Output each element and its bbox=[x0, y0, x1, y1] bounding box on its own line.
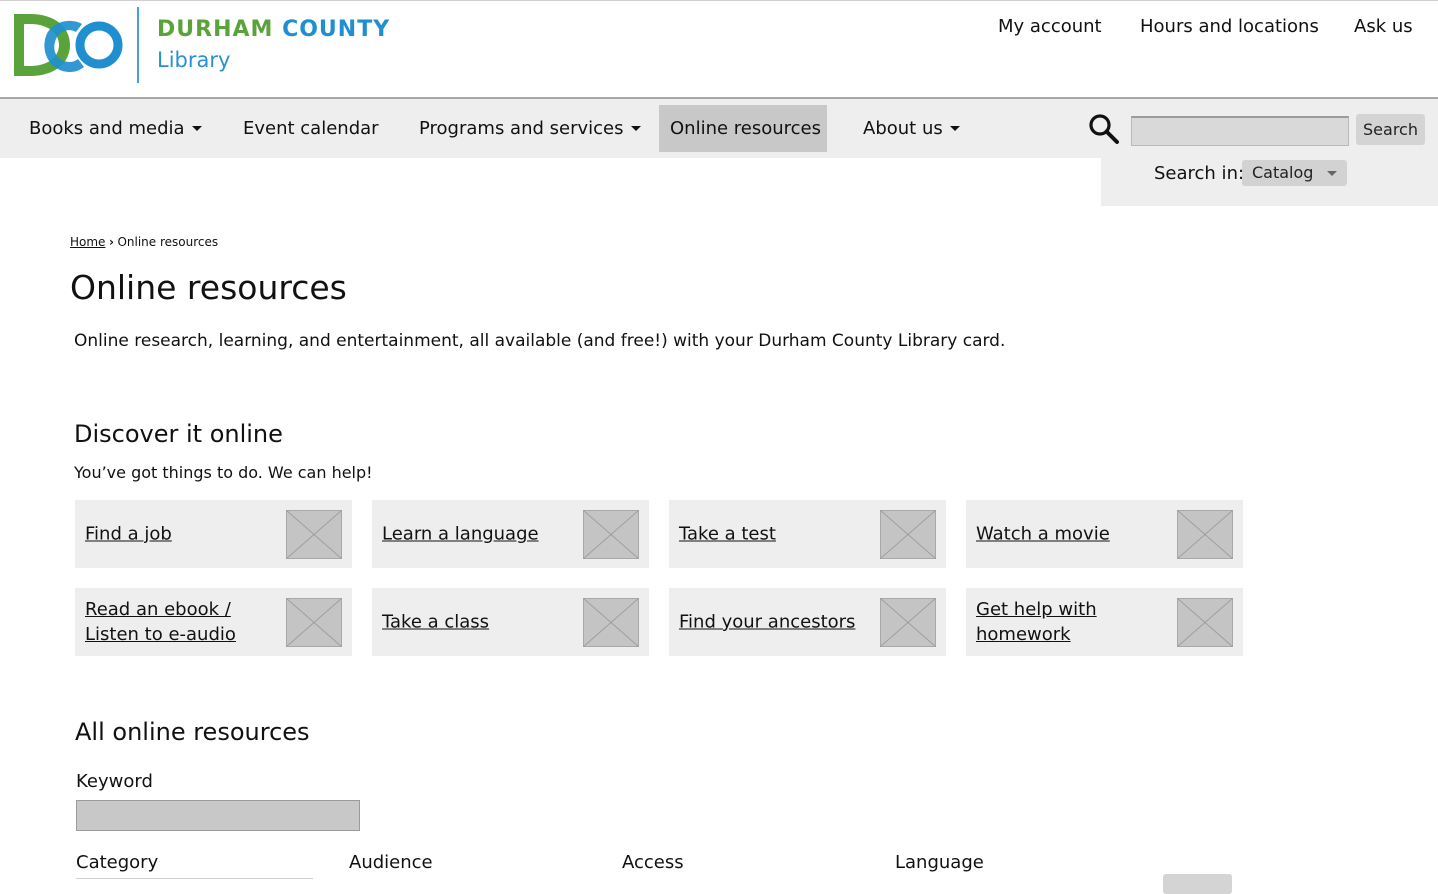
tile-label: Take a class bbox=[382, 611, 490, 633]
tile-label: Read an ebook / Listen to e-audio bbox=[85, 599, 236, 645]
tile-learn-a-language[interactable]: Learn a language bbox=[372, 500, 649, 568]
nav-programs-and-services[interactable]: Programs and services bbox=[408, 105, 652, 152]
discover-title: Discover it online bbox=[74, 420, 283, 448]
breadcrumb: Home › Online resources bbox=[70, 235, 218, 249]
chevron-down-icon bbox=[1327, 171, 1337, 176]
brand-name[interactable]: DURHAM COUNTY bbox=[157, 17, 390, 42]
brand-name-part1: DURHAM bbox=[157, 17, 274, 42]
image-placeholder-icon bbox=[286, 510, 342, 559]
filter-language-label: Language bbox=[895, 852, 984, 873]
nav-online-resources[interactable]: Online resources bbox=[659, 105, 827, 152]
filter-access-label: Access bbox=[622, 852, 684, 873]
image-placeholder-icon bbox=[286, 598, 342, 647]
breadcrumb-home-link[interactable]: Home bbox=[70, 235, 105, 249]
tile-label: Take a test bbox=[679, 523, 776, 545]
tile-find-your-ancestors[interactable]: Find your ancestors bbox=[669, 588, 946, 656]
filter-audience-label: Audience bbox=[349, 852, 433, 873]
chevron-right-icon: › bbox=[108, 235, 114, 249]
library-logo[interactable] bbox=[12, 12, 124, 78]
page-title: Online resources bbox=[70, 268, 347, 307]
top-border bbox=[0, 0, 1438, 1]
tile-read-an-ebook[interactable]: Read an ebook / Listen to e-audio bbox=[75, 588, 352, 656]
search-in-select[interactable]: Catalog bbox=[1242, 160, 1347, 186]
keyword-label: Keyword bbox=[76, 771, 153, 792]
nav-event-calendar[interactable]: Event calendar bbox=[232, 105, 390, 152]
nav-label: Books and media bbox=[29, 118, 185, 139]
keyword-input[interactable] bbox=[76, 800, 360, 831]
tile-label: Learn a language bbox=[382, 523, 539, 545]
tile-label: Find a job bbox=[85, 523, 172, 545]
search-in-value: Catalog bbox=[1252, 163, 1314, 182]
tile-label: Get help with homework bbox=[976, 599, 1097, 645]
filter-category-label: Category bbox=[76, 852, 159, 873]
nav-label: Online resources bbox=[670, 118, 822, 139]
search-input[interactable] bbox=[1131, 116, 1349, 146]
image-placeholder-icon bbox=[1177, 510, 1233, 559]
breadcrumb-current: Online resources bbox=[117, 235, 219, 249]
caret-down-icon bbox=[191, 125, 202, 131]
image-placeholder-icon bbox=[1177, 598, 1233, 647]
tile-get-help-with-homework[interactable]: Get help with homework bbox=[966, 588, 1243, 656]
filter-submit-button[interactable] bbox=[1163, 874, 1232, 894]
nav-label: About us bbox=[863, 118, 943, 139]
caret-down-icon bbox=[949, 125, 960, 131]
nav-label: Programs and services bbox=[419, 118, 624, 139]
tile-take-a-test[interactable]: Take a test bbox=[669, 500, 946, 568]
nav-label: Event calendar bbox=[243, 118, 379, 139]
page-intro: Online research, learning, and entertain… bbox=[74, 331, 1006, 351]
nav-about-us[interactable]: About us bbox=[852, 105, 971, 152]
my-account-link[interactable]: My account bbox=[998, 16, 1102, 37]
tile-watch-a-movie[interactable]: Watch a movie bbox=[966, 500, 1243, 568]
search-button[interactable]: Search bbox=[1356, 114, 1425, 145]
caret-down-icon bbox=[630, 125, 641, 131]
tile-find-a-job[interactable]: Find a job bbox=[75, 500, 352, 568]
logo-divider bbox=[137, 7, 139, 83]
image-placeholder-icon bbox=[583, 510, 639, 559]
nav-books-and-media[interactable]: Books and media bbox=[18, 105, 213, 152]
discover-subtitle: You’ve got things to do. We can help! bbox=[74, 463, 373, 482]
tile-label: Find your ancestors bbox=[679, 611, 856, 633]
image-placeholder-icon bbox=[880, 510, 936, 559]
ask-us-link[interactable]: Ask us bbox=[1354, 16, 1413, 37]
brand-subtitle: Library bbox=[157, 48, 231, 72]
search-in-label: Search in: bbox=[1154, 163, 1245, 184]
tile-label: Watch a movie bbox=[976, 523, 1110, 545]
search-icon[interactable] bbox=[1088, 113, 1120, 145]
image-placeholder-icon bbox=[880, 598, 936, 647]
all-resources-title: All online resources bbox=[75, 718, 310, 746]
hours-locations-link[interactable]: Hours and locations bbox=[1140, 16, 1319, 37]
image-placeholder-icon bbox=[583, 598, 639, 647]
brand-name-part2: COUNTY bbox=[282, 17, 391, 42]
tile-take-a-class[interactable]: Take a class bbox=[372, 588, 649, 656]
